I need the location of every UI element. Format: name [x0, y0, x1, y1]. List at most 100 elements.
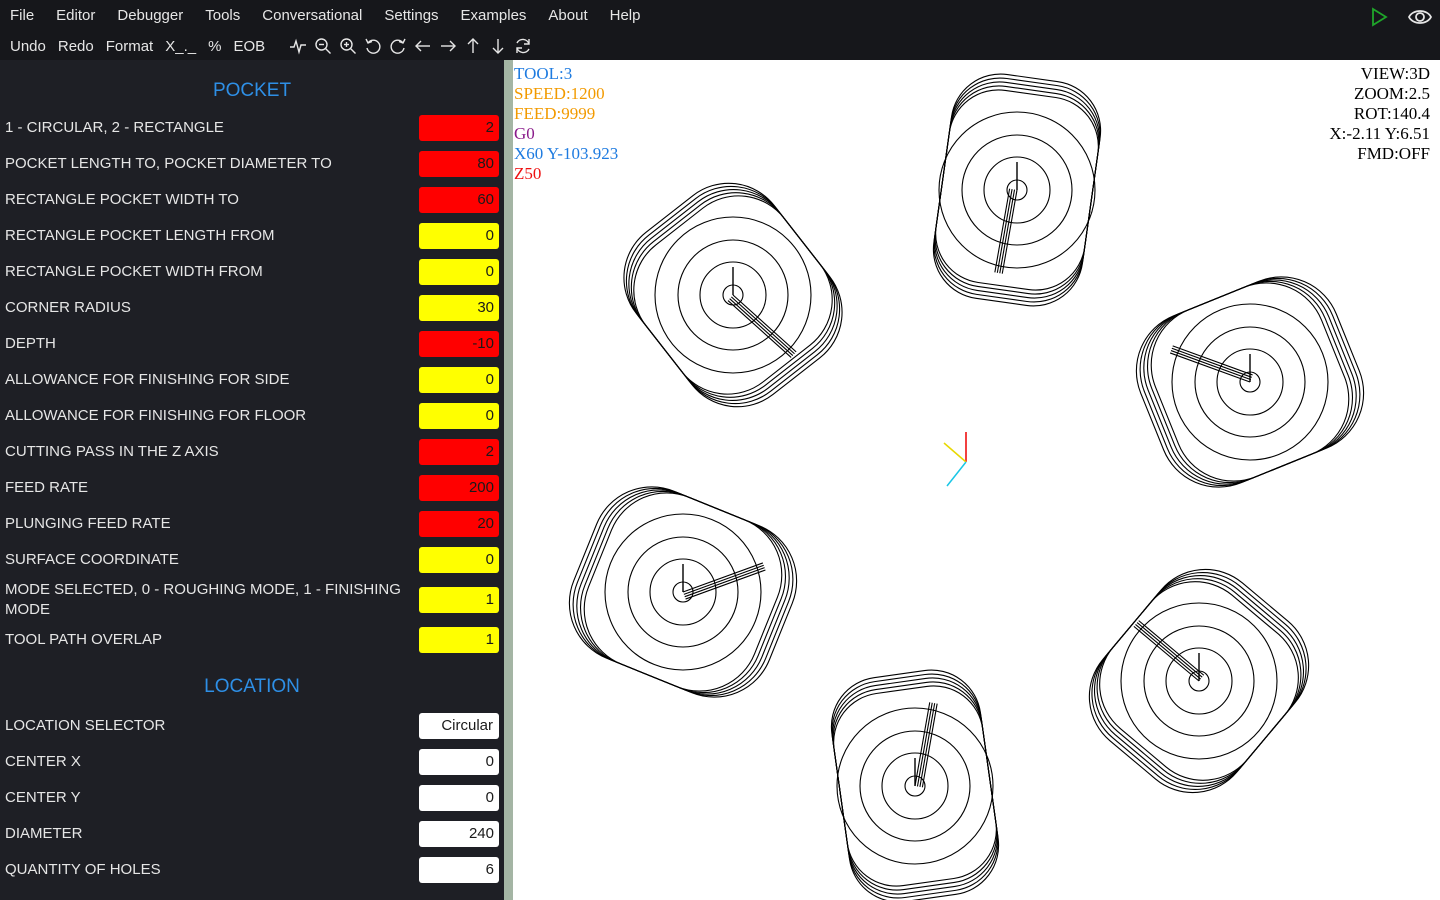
x-axis-line	[943, 442, 967, 463]
pocket-label: TOOL PATH OVERLAP	[5, 631, 162, 648]
play-icon[interactable]	[1368, 6, 1390, 28]
location-row: QUANTITY OF HOLES 6	[0, 852, 504, 888]
location-value-input[interactable]: 240	[419, 821, 499, 847]
pocket-label: 1 - CIRCULAR, 2 - RECTANGLE	[5, 119, 224, 136]
undo-button[interactable]: Undo	[0, 38, 52, 55]
top-right-controls	[1368, 6, 1433, 28]
panel-splitter[interactable]	[504, 60, 513, 900]
pocket-value-input[interactable]: -10	[419, 331, 499, 357]
hud-feed: FEED:9999	[514, 104, 596, 123]
location-value-input[interactable]: 6	[419, 857, 499, 883]
lead-in-line	[1133, 625, 1200, 682]
pocket-label: CUTTING PASS IN THE Z AXIS	[5, 443, 219, 460]
decimal-format-button[interactable]: X_._	[159, 38, 202, 55]
format-button[interactable]: Format	[100, 38, 160, 55]
pocket-value-input[interactable]: 0	[419, 367, 499, 393]
arrow-left-icon[interactable]	[414, 37, 432, 55]
pocket-row: MODE SELECTED, 0 - ROUGHING MODE, 1 - FI…	[0, 578, 504, 622]
arrow-right-icon[interactable]	[439, 37, 457, 55]
menu-debugger[interactable]: Debugger	[106, 0, 194, 32]
pocket-value-input[interactable]: 60	[419, 187, 499, 213]
pocket-value-input[interactable]: 2	[419, 115, 499, 141]
pocket-row: RECTANGLE POCKET LENGTH FROM 0	[0, 218, 504, 254]
contour-pass	[623, 182, 833, 395]
menu-file[interactable]: File	[0, 0, 45, 32]
pocket-label: PLUNGING FEED RATE	[5, 515, 171, 532]
waveform-icon[interactable]	[289, 37, 307, 55]
menu-help[interactable]: Help	[599, 0, 652, 32]
pocket-fields: 1 - CIRCULAR, 2 - RECTANGLE 2 POCKET LENGT…	[0, 110, 504, 658]
pocket-value-input[interactable]: 30	[419, 295, 499, 321]
redo-button[interactable]: Redo	[52, 38, 100, 55]
location-label: CENTER X	[5, 753, 81, 770]
location-value-input[interactable]: 0	[419, 749, 499, 775]
pocket-value-input[interactable]: 2	[419, 439, 499, 465]
toolpath-viewport[interactable]: TOOL:3 SPEED:1200 FEED:9999 G0 X60 Y-103…	[513, 60, 1440, 900]
pocket-toolpath	[623, 182, 843, 408]
pocket-value-input[interactable]: 0	[419, 259, 499, 285]
hud-tool: TOOL:3	[514, 64, 573, 83]
pocket-row: CORNER RADIUS 30	[0, 290, 504, 326]
location-row: DIAMETER 240	[0, 816, 504, 852]
location-section-title: LOCATION	[204, 676, 300, 697]
pocket-toolpath	[568, 486, 798, 698]
hud-rotation: ROT:140.4	[1353, 104, 1430, 123]
pocket-row: SURFACE COORDINATE 0	[0, 542, 504, 578]
menu-conversational[interactable]: Conversational	[251, 0, 373, 32]
arrow-down-icon[interactable]	[489, 37, 507, 55]
pocket-label: DEPTH	[5, 335, 56, 352]
pocket-value-input[interactable]: 0	[419, 547, 499, 573]
pocket-value-input[interactable]: 1	[419, 587, 499, 613]
menu-settings[interactable]: Settings	[373, 0, 449, 32]
hud-zoom: ZOOM:2.5	[1353, 84, 1430, 103]
hud-gcode: G0	[514, 124, 535, 143]
y-axis-line	[946, 461, 967, 487]
pocket-row: PLUNGING FEED RATE 20	[0, 506, 504, 542]
refresh-icon[interactable]	[514, 37, 532, 55]
pocket-value-input[interactable]: 0	[419, 403, 499, 429]
location-value-input[interactable]: 0	[419, 785, 499, 811]
menu-bar: File Editor Debugger Tools Conversationa…	[0, 0, 651, 32]
arrow-up-icon[interactable]	[464, 37, 482, 55]
menu-examples[interactable]: Examples	[450, 0, 538, 32]
percent-button[interactable]: %	[202, 38, 227, 55]
location-label: QUANTITY OF HOLES	[5, 861, 161, 878]
location-label: DIAMETER	[5, 825, 83, 842]
pocket-value-input[interactable]: 0	[419, 223, 499, 249]
contour-pass	[935, 73, 1102, 291]
contour-pass	[633, 195, 843, 408]
hud-z: Z50	[514, 164, 542, 183]
menu-about[interactable]: About	[537, 0, 598, 32]
pocket-value-input[interactable]: 20	[419, 511, 499, 537]
view-controls	[289, 37, 532, 55]
pocket-label: RECTANGLE POCKET WIDTH TO	[5, 191, 239, 208]
pocket-section-title: POCKET	[212, 80, 292, 101]
pocket-value-input[interactable]: 1	[419, 627, 499, 653]
eye-icon[interactable]	[1407, 6, 1433, 28]
contour-pass	[1146, 277, 1361, 484]
pocket-toolpath	[830, 669, 1000, 900]
zoom-out-icon[interactable]	[314, 37, 332, 55]
pocket-row: ALLOWANCE FOR FINISHING FOR FLOOR 0	[0, 398, 504, 434]
rotate-left-icon[interactable]	[364, 37, 382, 55]
pocket-toolpath	[1135, 276, 1365, 488]
location-value-input[interactable]: Circular	[419, 713, 499, 739]
menu-editor[interactable]: Editor	[45, 0, 106, 32]
pocket-label: POCKET LENGTH TO, POCKET DIAMETER TO	[5, 155, 332, 172]
pocket-label: MODE SELECTED, 0 - ROUGHING MODE, 1 - FI…	[5, 581, 401, 618]
eob-button[interactable]: EOB	[227, 38, 271, 55]
pocket-label: CORNER RADIUS	[5, 299, 131, 316]
lead-in-line	[683, 564, 764, 595]
pocket-value-input[interactable]: 80	[419, 151, 499, 177]
lead-in-line	[1136, 622, 1203, 678]
pocket-value-input[interactable]: 200	[419, 475, 499, 501]
pocket-toolpath	[1088, 568, 1310, 794]
location-row: LOCATION SELECTOR Circular	[0, 708, 504, 744]
zoom-in-icon[interactable]	[339, 37, 357, 55]
pocket-row: ALLOWANCE FOR FINISHING FOR SIDE 0	[0, 362, 504, 398]
location-label: LOCATION SELECTOR	[5, 717, 166, 734]
rotate-right-icon[interactable]	[389, 37, 407, 55]
lead-in-line	[727, 300, 792, 358]
location-label: CENTER Y	[5, 789, 81, 806]
menu-tools[interactable]: Tools	[194, 0, 251, 32]
